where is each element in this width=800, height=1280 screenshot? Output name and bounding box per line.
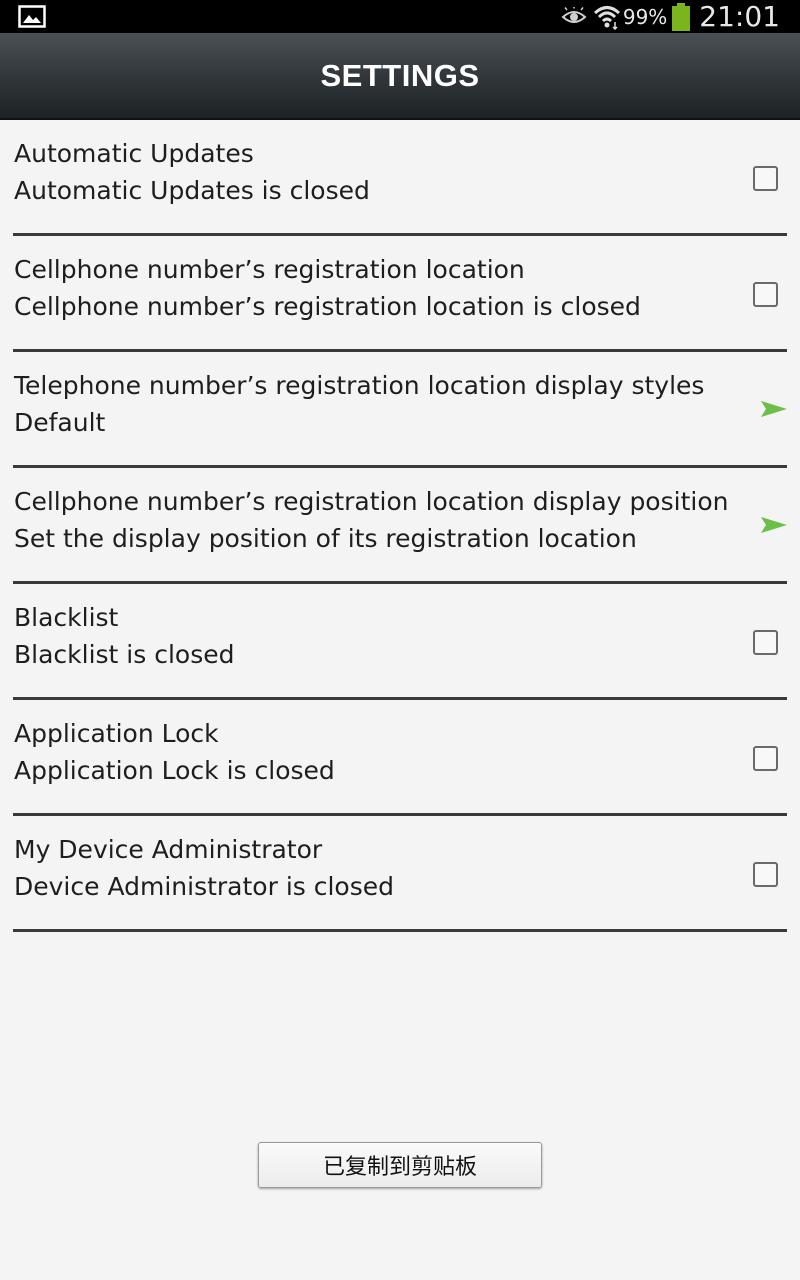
setting-summary: Default [14,408,106,437]
setting-display-styles[interactable]: Telephone number’s registration location… [0,352,800,468]
copied-to-clipboard-toast[interactable]: 已复制到剪贴板 [258,1142,542,1188]
setting-automatic-updates[interactable]: Automatic Updates Automatic Updates is c… [0,120,800,236]
setting-title: Blacklist [14,603,119,632]
status-bar: 99% 21:01 [0,0,800,33]
setting-summary: Device Administrator is closed [14,872,394,901]
setting-cellphone-registration-location[interactable]: Cellphone number’s registration location… [0,236,800,352]
image-icon [18,5,46,28]
wifi-icon [593,5,620,30]
setting-summary: Automatic Updates is closed [14,176,370,205]
battery-percent: 99% [622,4,668,29]
setting-title: Cellphone number’s registration location… [14,487,729,516]
automatic-updates-checkbox[interactable] [753,166,778,191]
arrow-right-icon [761,401,787,417]
setting-device-administrator[interactable]: My Device Administrator Device Administr… [0,816,800,932]
app-header: SETTINGS [0,33,800,120]
setting-summary: Blacklist is closed [14,640,235,669]
blacklist-checkbox[interactable] [753,630,778,655]
registration-location-checkbox[interactable] [753,282,778,307]
setting-title: Telephone number’s registration location… [14,371,705,400]
status-icons: 99% 21:01 [561,0,780,33]
setting-summary: Set the display position of its registra… [14,524,637,553]
status-time: 21:01 [699,0,780,33]
application-lock-checkbox[interactable] [753,746,778,771]
setting-summary: Cellphone number’s registration location… [14,292,641,321]
divider [13,929,787,932]
setting-title: Cellphone number’s registration location [14,255,525,284]
setting-summary: Application Lock is closed [14,756,335,785]
setting-application-lock[interactable]: Application Lock Application Lock is clo… [0,700,800,816]
arrow-right-icon [761,517,787,533]
setting-blacklist[interactable]: Blacklist Blacklist is closed [0,584,800,700]
setting-display-position[interactable]: Cellphone number’s registration location… [0,468,800,584]
settings-list: Automatic Updates Automatic Updates is c… [0,120,800,932]
setting-title: Application Lock [14,719,219,748]
eye-icon [561,6,587,23]
page-title: SETTINGS [320,57,480,93]
battery-icon [672,2,691,31]
setting-title: Automatic Updates [14,139,254,168]
device-administrator-checkbox[interactable] [753,862,778,887]
setting-title: My Device Administrator [14,835,323,864]
